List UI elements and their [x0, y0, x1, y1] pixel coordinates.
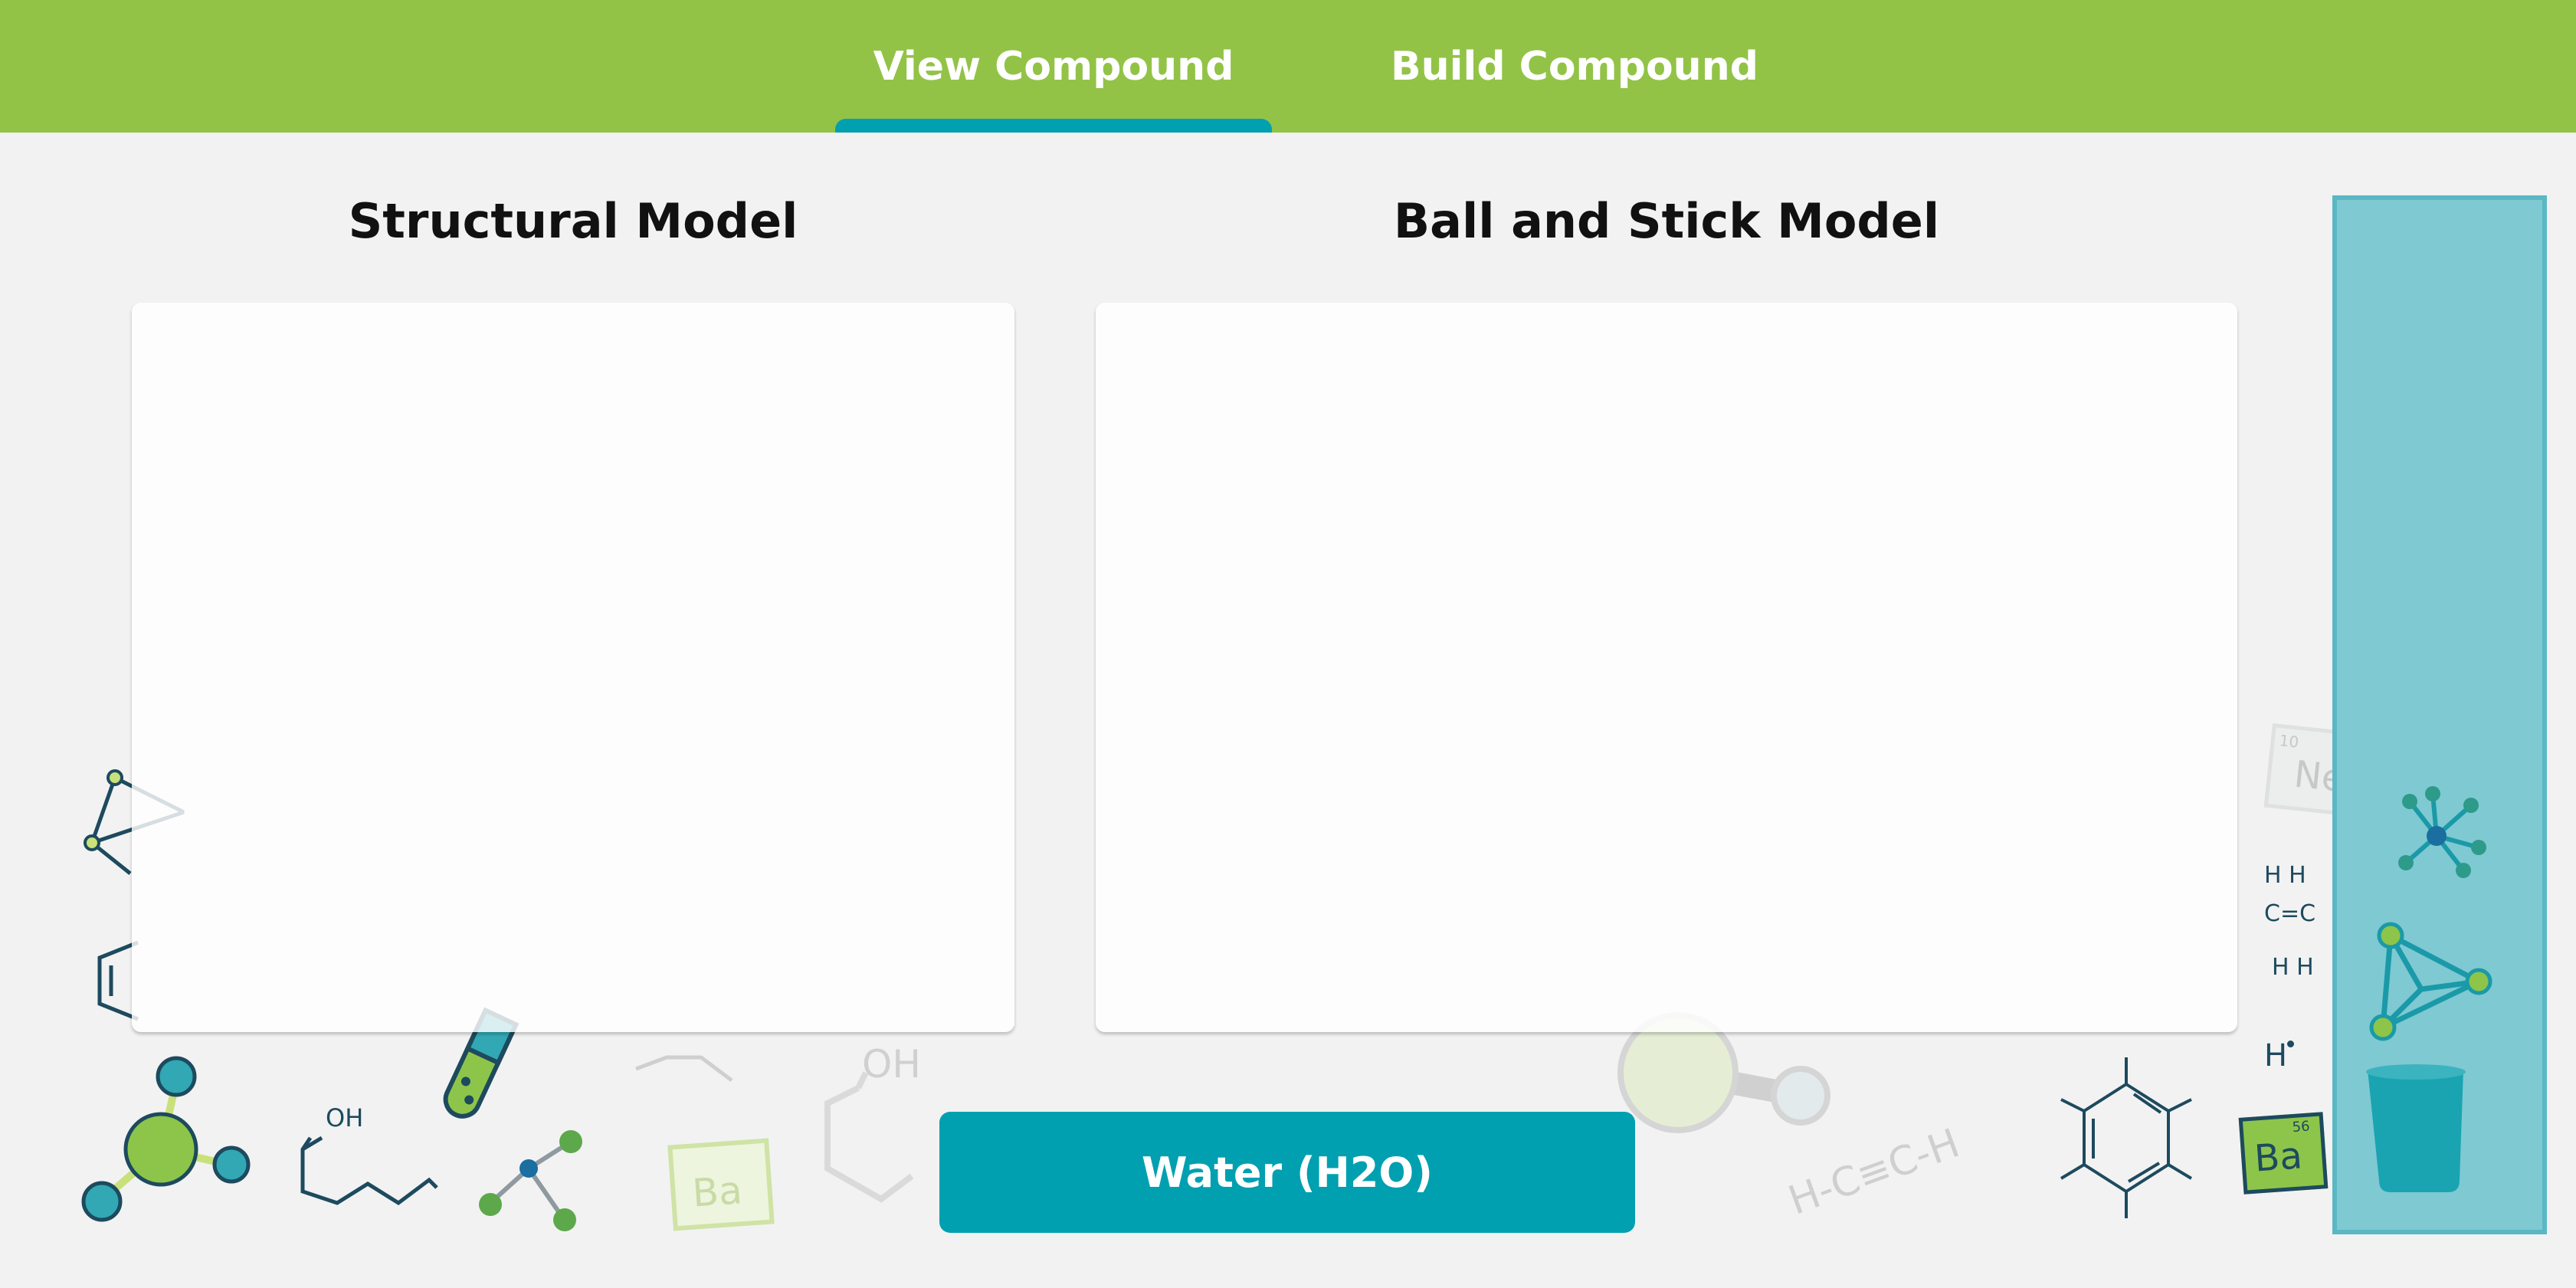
decorative-h-radical-dot: [2287, 1041, 2294, 1047]
beaker-button[interactable]: [2337, 1050, 2542, 1204]
decorative-oh-label: OH: [326, 1103, 364, 1132]
structural-model-title: Structural Model: [348, 192, 798, 249]
structural-model-panel: [132, 303, 1014, 1032]
tetrahedron-molecule-button[interactable]: [2337, 905, 2542, 1058]
decorative-faded-ring-icon: [635, 1055, 733, 1082]
decorative-small-molecule-icon: [479, 1130, 582, 1231]
decorative-ethene-mid: C=C: [2264, 900, 2316, 927]
decorative-ethene-bot: H H: [2272, 954, 2314, 981]
active-tab-indicator: [835, 119, 1272, 133]
decorative-ba-tile: 56 Ba: [2238, 1112, 2329, 1195]
compound-select-button[interactable]: Water (H2O): [939, 1112, 1635, 1233]
tetrahedron-molecule-icon: [2369, 922, 2492, 1041]
top-nav-bar: [0, 0, 2576, 133]
decorative-h-radical-label: H: [2264, 1038, 2288, 1073]
decorative-methane-icon: [81, 1056, 251, 1222]
molecule-star-button[interactable]: [2337, 759, 2542, 913]
decorative-oh-faded-label: OH: [862, 1042, 921, 1086]
tab-view-compound[interactable]: View Compound: [835, 0, 1272, 133]
compound-sidebar: [2332, 195, 2547, 1234]
ball-and-stick-model-title: Ball and Stick Model: [1393, 192, 1940, 249]
beaker-icon: [2366, 1064, 2466, 1192]
molecule-star-icon: [2398, 786, 2486, 878]
decorative-ba-tile-faded: Ba: [667, 1138, 775, 1231]
tab-build-compound[interactable]: Build Compound: [1364, 0, 1785, 133]
decorative-ethene-top: H H: [2264, 862, 2306, 889]
decorative-hexanol-icon: [300, 1136, 438, 1206]
decorative-benzene-icon: [2060, 1057, 2193, 1218]
ball-and-stick-model-panel: [1096, 303, 2237, 1032]
